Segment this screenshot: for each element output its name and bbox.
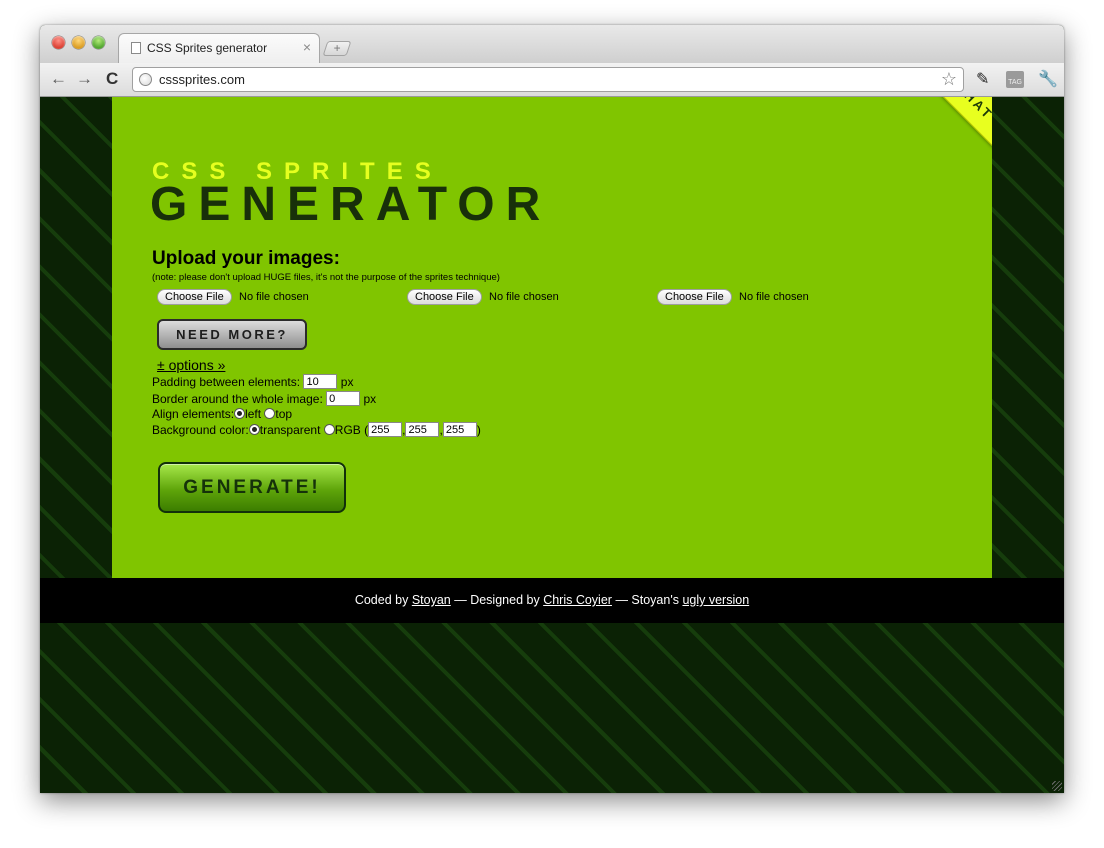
globe-icon — [139, 73, 152, 86]
footer: Coded by Stoyan — Designed by Chris Coyi… — [40, 578, 1064, 623]
align-option: Align elements: left top — [152, 406, 292, 421]
bg-rgb-label[interactable]: RGB — [335, 423, 361, 437]
upload-heading: Upload your images: — [152, 248, 340, 269]
align-label: Align elements: — [152, 406, 235, 421]
options-toggle-link[interactable]: ± options » — [157, 357, 225, 373]
file-status-3: No file chosen — [739, 291, 809, 303]
footer-ugly-prefix: — Stoyan's — [615, 593, 679, 607]
browser-toolbar: ← → C csssprites.com ☆ ✎ TAG 🔧 — [40, 63, 1064, 97]
file-status-1: No file chosen — [239, 291, 309, 303]
align-top-label[interactable]: top — [275, 407, 292, 421]
minimize-window-icon[interactable] — [72, 36, 85, 49]
browser-window: CSS Sprites generator × + ← → C csssprit… — [40, 25, 1064, 793]
bg-rgb-radio[interactable] — [323, 424, 335, 436]
rgb-blue-input[interactable] — [442, 422, 477, 438]
url-text[interactable]: csssprites.com — [159, 72, 245, 87]
rgb-close-paren: ) — [476, 422, 481, 437]
footer-link-chris-coyier[interactable]: Chris Coyier — [543, 593, 612, 607]
choose-file-button-3[interactable]: Choose File — [657, 289, 732, 305]
eyedropper-icon[interactable]: ✎ — [976, 69, 989, 91]
reload-icon[interactable]: C — [106, 68, 118, 90]
tab-title: CSS Sprites generator — [147, 41, 268, 55]
page-viewport: WHAT'S A SPRITE? CSS SPRITES GENERATOR U… — [40, 97, 1064, 793]
footer-designed-by: — Designed by — [454, 593, 540, 607]
rgb-red-input[interactable] — [368, 422, 403, 438]
padding-label: Padding between elements: — [152, 374, 301, 389]
background-option: Background color:transparent RGB (,,) — [152, 422, 481, 438]
wrench-icon[interactable]: 🔧 — [1038, 69, 1058, 91]
border-label: Border around the whole image: — [152, 391, 323, 406]
background-label: Background color: — [152, 422, 249, 437]
tab-css-sprites-generator[interactable]: CSS Sprites generator × — [118, 33, 320, 63]
new-tab-button[interactable]: + — [322, 41, 352, 56]
generate-button[interactable]: GENERATE! — [158, 462, 346, 513]
resize-grip-icon[interactable] — [1052, 781, 1062, 791]
maximize-window-icon[interactable] — [92, 36, 105, 49]
bg-transparent-label[interactable]: transparent — [260, 423, 321, 437]
border-option: Border around the whole image: px — [152, 391, 377, 407]
address-bar[interactable]: csssprites.com ☆ — [132, 67, 964, 92]
align-left-label[interactable]: left — [245, 407, 261, 421]
bookmark-star-icon[interactable]: ☆ — [941, 69, 957, 89]
plus-icon: + — [333, 41, 341, 55]
padding-option: Padding between elements: px — [152, 374, 354, 390]
tab-close-icon[interactable]: × — [303, 39, 311, 55]
main-panel: WHAT'S A SPRITE? CSS SPRITES GENERATOR U… — [112, 97, 992, 578]
choose-file-button-1[interactable]: Choose File — [157, 289, 232, 305]
logo-generator: GENERATOR — [150, 178, 552, 231]
need-more-button[interactable]: NEED MORE? — [157, 319, 307, 350]
choose-file-button-2[interactable]: Choose File — [407, 289, 482, 305]
close-window-icon[interactable] — [52, 36, 65, 49]
padding-unit: px — [340, 374, 354, 389]
footer-link-ugly-version[interactable]: ugly version — [682, 593, 749, 607]
bg-transparent-radio[interactable] — [248, 424, 260, 436]
whats-a-sprite-ribbon[interactable]: WHAT'S A SPRITE? — [920, 97, 992, 237]
border-unit: px — [363, 391, 377, 406]
forward-arrow-icon[interactable]: → — [76, 68, 93, 90]
padding-input[interactable] — [303, 374, 338, 390]
file-status-2: No file chosen — [489, 291, 559, 303]
upload-note: (note: please don't upload HUGE files, i… — [152, 272, 500, 283]
title-bar: CSS Sprites generator × + — [40, 25, 1064, 63]
footer-link-stoyan[interactable]: Stoyan — [412, 593, 451, 607]
footer-coded-by: Coded by — [354, 593, 409, 607]
rgb-green-input[interactable] — [405, 422, 440, 438]
align-top-radio[interactable] — [264, 408, 276, 420]
tag-extension-icon[interactable]: TAG — [1006, 71, 1024, 88]
page-icon — [131, 42, 141, 54]
align-left-radio[interactable] — [234, 408, 246, 420]
border-input[interactable] — [326, 391, 361, 407]
back-arrow-icon[interactable]: ← — [50, 68, 67, 90]
